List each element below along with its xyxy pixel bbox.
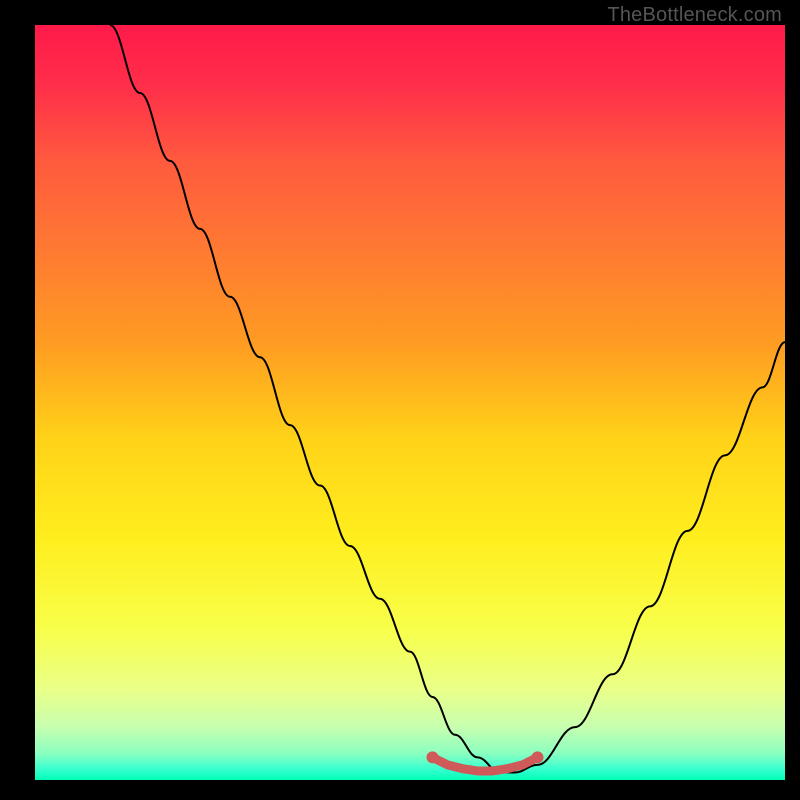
- gradient-background: [35, 25, 785, 780]
- watermark-text: TheBottleneck.com: [607, 4, 782, 27]
- chart-container: TheBottleneck.com: [0, 0, 800, 800]
- plot-svg: [35, 25, 785, 780]
- plot-area: [35, 25, 785, 780]
